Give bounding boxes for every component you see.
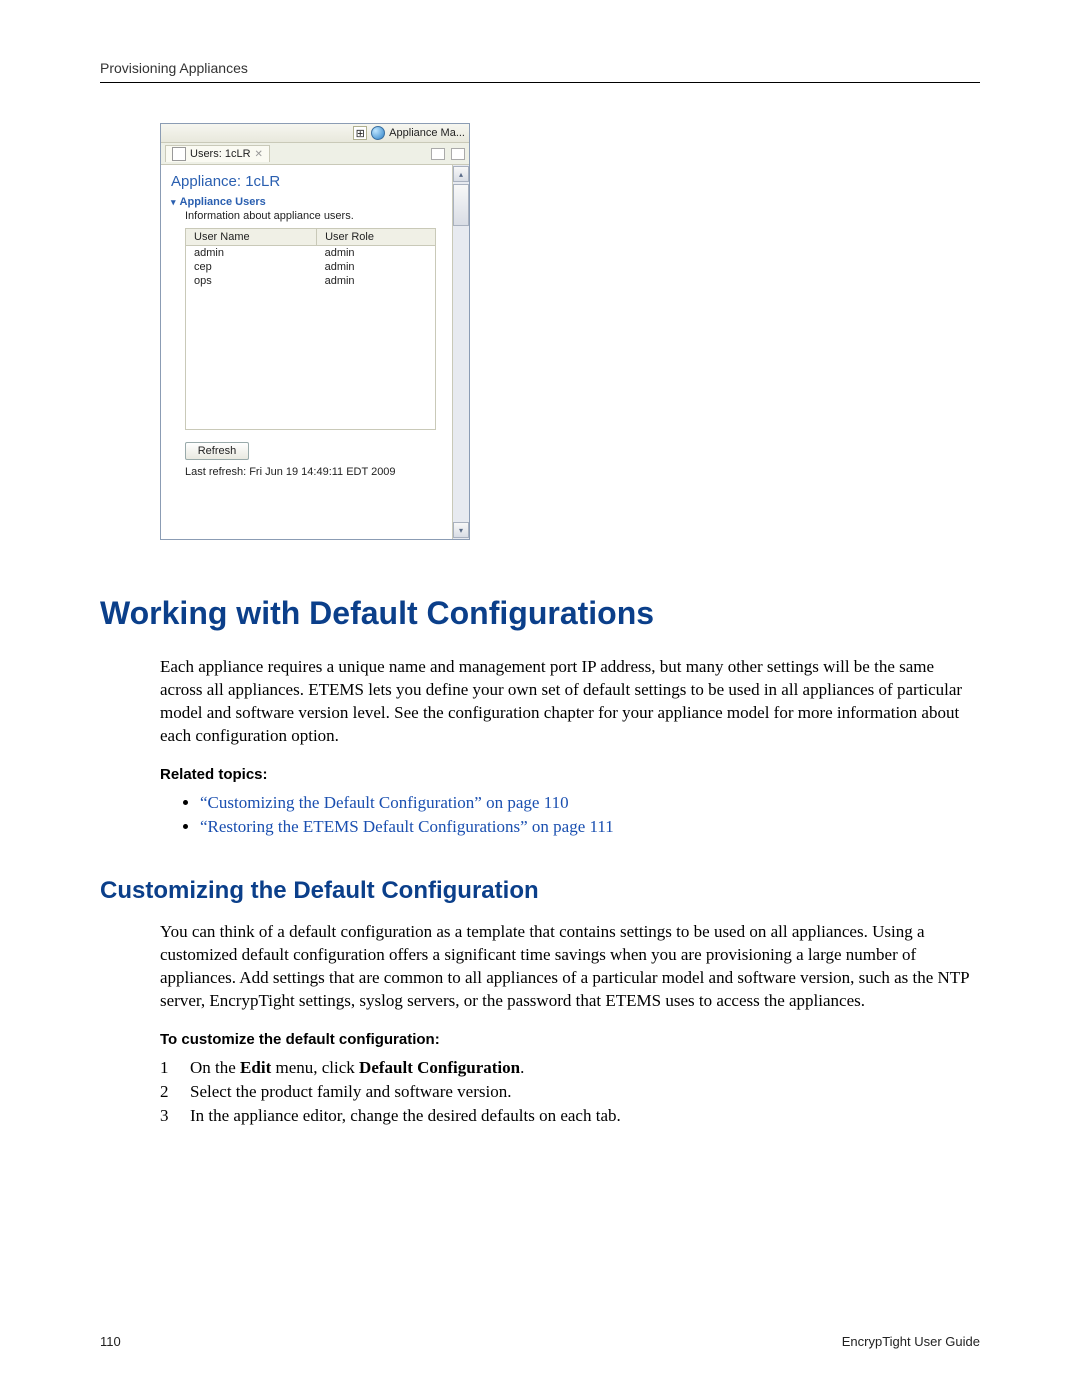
step-number: 2	[160, 1082, 176, 1102]
table-row[interactable]: ops admin	[186, 274, 435, 288]
step-2: 2 Select the product family and software…	[160, 1082, 980, 1102]
tab-label: Users: 1cLR	[190, 148, 251, 160]
col-user-name[interactable]: User Name	[186, 229, 317, 246]
close-icon[interactable]: ✕	[255, 149, 263, 160]
perspective-switch-icon[interactable]: ⊞	[353, 126, 367, 140]
status-text: Last refresh: Fri Jun 19 14:49:11 EDT 20…	[185, 466, 442, 478]
list-item: “Restoring the ETEMS Default Configurati…	[200, 817, 980, 837]
intro-paragraph: Each appliance requires a unique name an…	[100, 656, 980, 748]
related-topics-heading: Related topics:	[160, 766, 980, 783]
scroll-down-icon[interactable]: ▾	[453, 522, 469, 538]
procedure-heading: To customize the default configuration:	[160, 1031, 980, 1048]
cell-user-role: admin	[317, 260, 435, 274]
col-user-role[interactable]: User Role	[317, 229, 435, 246]
related-links-list: “Customizing the Default Configuration” …	[200, 793, 980, 837]
perspective-label: Appliance Ma...	[389, 127, 465, 139]
app-window: ⊞ Appliance Ma... Users: 1cLR ✕ Applianc…	[160, 123, 470, 540]
panel-title: Appliance: 1cLR	[171, 173, 442, 190]
cell-user-name: cep	[186, 260, 317, 274]
step-3: 3 In the appliance editor, change the de…	[160, 1106, 980, 1126]
scroll-thumb[interactable]	[453, 184, 469, 226]
cell-user-role: admin	[317, 274, 435, 288]
view-controls	[431, 148, 465, 160]
refresh-button[interactable]: Refresh	[185, 442, 249, 460]
step-text-bold: Default Configuration	[359, 1058, 520, 1077]
cell-user-role: admin	[317, 246, 435, 261]
page-footer: 110 EncrypTight User Guide	[100, 1334, 980, 1349]
page-number: 110	[100, 1334, 121, 1349]
minimize-view-icon[interactable]	[431, 148, 445, 160]
step-text: Select the product family and software v…	[190, 1082, 511, 1102]
scroll-up-icon[interactable]: ▴	[453, 166, 469, 182]
doc-title: EncrypTight User Guide	[842, 1334, 980, 1349]
procedure-steps: 1 On the Edit menu, click Default Config…	[160, 1058, 980, 1126]
tab-bar: Users: 1cLR ✕	[161, 143, 469, 165]
step-text: On the	[190, 1058, 240, 1077]
step-text-bold: Edit	[240, 1058, 271, 1077]
cell-user-name: ops	[186, 274, 317, 288]
figure-screenshot: ⊞ Appliance Ma... Users: 1cLR ✕ Applianc…	[160, 123, 980, 540]
step-text: .	[520, 1058, 524, 1077]
heading-customizing: Customizing the Default Configuration	[100, 877, 980, 905]
tab-users[interactable]: Users: 1cLR ✕	[165, 145, 270, 162]
section-header[interactable]: ▾ Appliance Users	[171, 196, 442, 208]
section-title: Appliance Users	[180, 196, 266, 208]
step-number: 1	[160, 1058, 176, 1078]
link-restoring[interactable]: “Restoring the ETEMS Default Configurati…	[200, 817, 614, 836]
step-text: menu, click	[271, 1058, 359, 1077]
heading-working-with-default: Working with Default Configurations	[100, 595, 980, 632]
page: Provisioning Appliances ⊞ Appliance Ma..…	[0, 0, 1080, 1397]
step-text: In the appliance editor, change the desi…	[190, 1106, 621, 1126]
table-row[interactable]: cep admin	[186, 260, 435, 274]
users-table: User Name User Role admin admin	[185, 228, 436, 430]
globe-icon	[371, 126, 385, 140]
chevron-down-icon: ▾	[171, 197, 176, 208]
table-row[interactable]: admin admin	[186, 246, 435, 261]
customizing-paragraph: You can think of a default configuration…	[100, 921, 980, 1013]
maximize-view-icon[interactable]	[451, 148, 465, 160]
step-1: 1 On the Edit menu, click Default Config…	[160, 1058, 980, 1078]
cell-user-name: admin	[186, 246, 317, 261]
page-icon	[172, 147, 186, 161]
list-item: “Customizing the Default Configuration” …	[200, 793, 980, 813]
window-toolbar: ⊞ Appliance Ma...	[161, 124, 469, 143]
scrollbar[interactable]: ▴ ▾	[452, 165, 469, 539]
running-header: Provisioning Appliances	[100, 60, 980, 83]
section-subtitle: Information about appliance users.	[185, 210, 442, 222]
link-customizing[interactable]: “Customizing the Default Configuration” …	[200, 793, 569, 812]
step-number: 3	[160, 1106, 176, 1126]
